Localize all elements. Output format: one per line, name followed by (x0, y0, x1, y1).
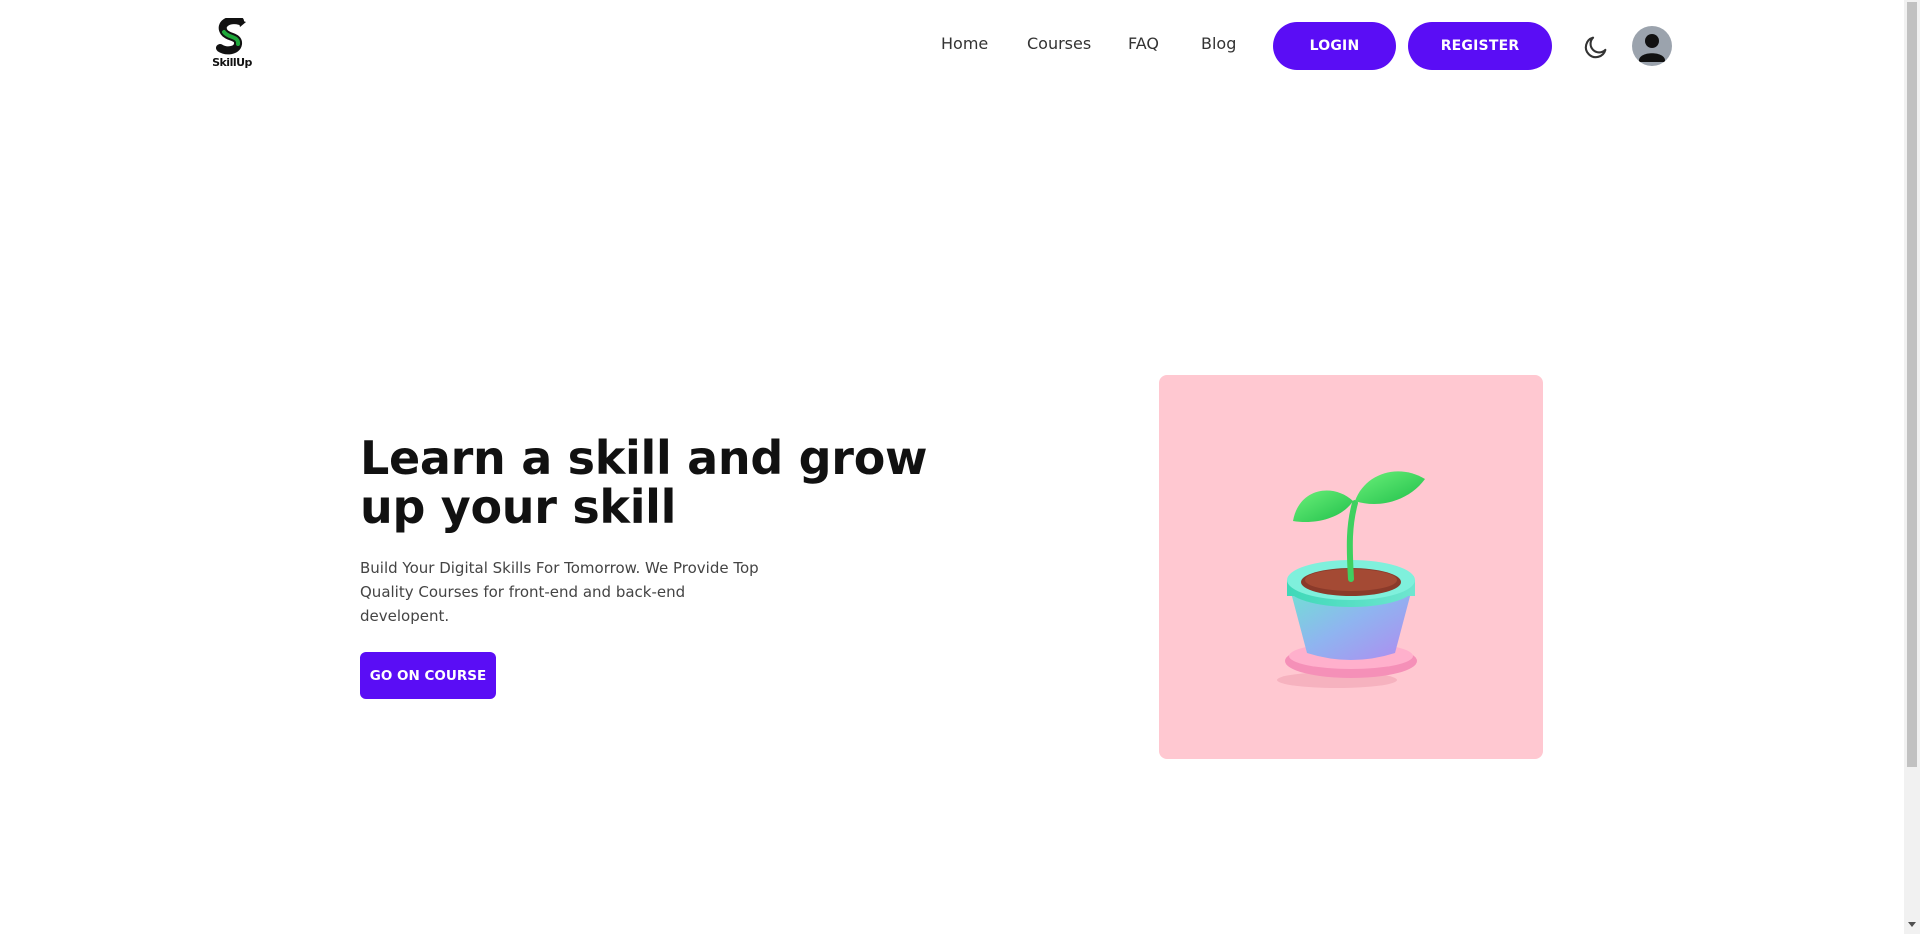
brand-logo[interactable]: SkillUp (210, 18, 254, 72)
moon-icon (1584, 36, 1607, 59)
hero-title: Learn a skill and grow up your skill (360, 431, 928, 534)
page-scrollbar[interactable] (1904, 0, 1920, 934)
brand-name: SkillUp (212, 56, 252, 69)
skillup-logo-icon (216, 18, 246, 55)
dark-mode-toggle[interactable] (1582, 33, 1610, 61)
scrollbar-thumb[interactable] (1907, 2, 1917, 767)
scroll-down-arrow-icon[interactable] (1908, 922, 1916, 927)
nav-link-home[interactable]: Home (941, 34, 988, 53)
page: SkillUp Home Courses FAQ Blog LOGIN REGI… (0, 0, 1920, 934)
hero-illustration (1159, 375, 1543, 759)
sprout-pot-icon (1277, 471, 1425, 688)
go-on-course-button[interactable]: GO ON COURSE (360, 652, 496, 699)
register-button[interactable]: REGISTER (1408, 22, 1552, 70)
nav-link-faq[interactable]: FAQ (1128, 34, 1159, 53)
hero-subtitle: Build Your Digital Skills For Tomorrow. … (360, 559, 759, 625)
user-avatar[interactable] (1632, 26, 1672, 66)
user-icon (1639, 34, 1665, 62)
nav-link-courses[interactable]: Courses (1027, 34, 1091, 53)
login-button[interactable]: LOGIN (1273, 22, 1396, 70)
nav-link-blog[interactable]: Blog (1201, 34, 1236, 53)
